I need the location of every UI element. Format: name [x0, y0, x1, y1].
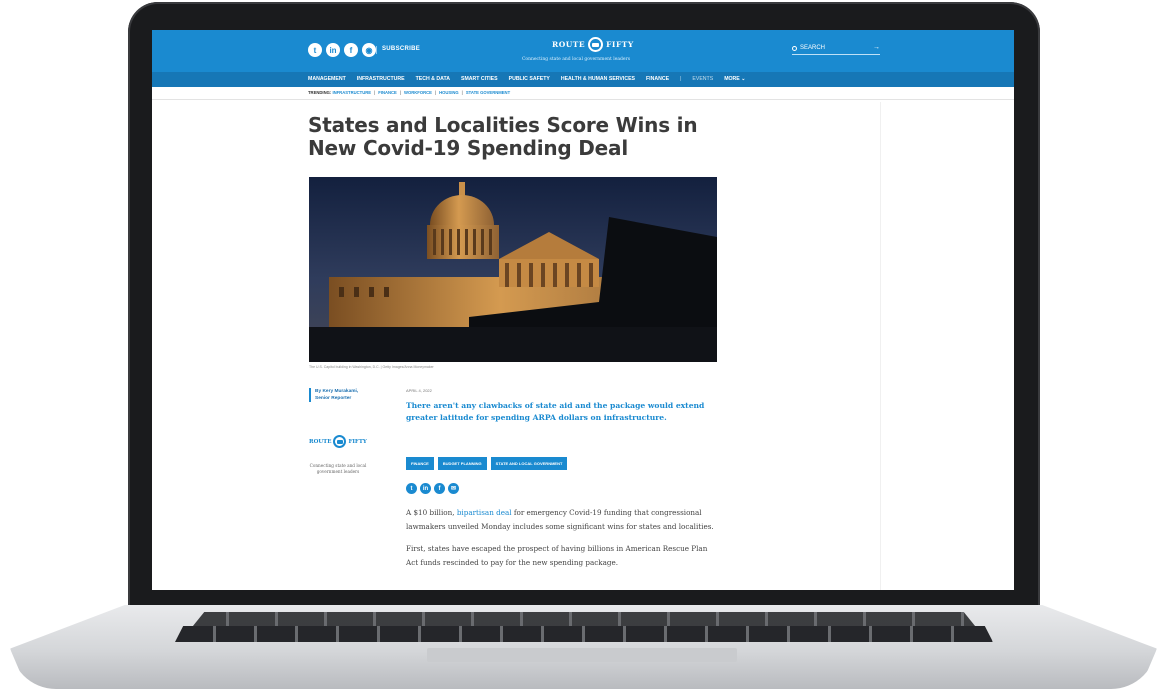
trending-item[interactable]: FINANCE — [378, 90, 397, 95]
logo-mark-icon — [588, 37, 604, 52]
facebook-icon[interactable]: f — [344, 43, 358, 57]
site-logo[interactable]: ROUTE FIFTY — [552, 37, 634, 52]
paragraph-text: A $10 billion, — [406, 508, 457, 517]
topic-tags: FINANCE BUDGET PLANNING STATE AND LOCAL … — [406, 457, 568, 470]
nav-item-events[interactable]: EVENTS — [692, 76, 713, 82]
nav-item-finance[interactable]: FINANCE — [646, 76, 669, 82]
right-rail-divider — [880, 102, 881, 590]
search-label: SEARCH — [800, 45, 826, 51]
logo-text-left: ROUTE — [552, 40, 586, 49]
author-name[interactable]: By Kery Murakami, — [315, 388, 361, 395]
nav-item-more[interactable]: MORE ⌄ — [724, 76, 745, 82]
email-icon[interactable]: ✉ — [448, 483, 459, 494]
publish-date: APRIL 4, 2022 — [406, 388, 432, 393]
trending-item[interactable]: STATE GOVERNMENT — [466, 90, 510, 95]
paragraph: First, states have escaped the prospect … — [406, 544, 708, 567]
nav-item-infrastructure[interactable]: INFRASTRUCTURE — [357, 76, 405, 82]
site-tagline: Connecting state and local government le… — [521, 57, 631, 62]
sidebar-logo-right: FIFTY — [348, 438, 367, 445]
bipartisan-deal-link[interactable]: bipartisan deal — [457, 508, 512, 517]
trending-bar: TRENDING: INFRASTRUCTURE | FINANCE | WORKFOR… — [308, 90, 511, 95]
nav-item-health-human-services[interactable]: HEALTH & HUMAN SERVICES — [561, 76, 635, 82]
hero-image — [309, 177, 717, 362]
social-links: t in f ◉ — [308, 43, 376, 57]
trackpad — [427, 648, 737, 662]
capitol-illustration — [309, 177, 717, 362]
nav-item-smart-cities[interactable]: SMART CITIES — [461, 76, 498, 82]
author-byline[interactable]: By Kery Murakami, Senior Reporter — [309, 388, 361, 402]
twitter-icon[interactable]: t — [308, 43, 322, 57]
search-submit-arrow-icon[interactable]: → — [873, 44, 880, 51]
linkedin-icon[interactable]: in — [420, 483, 431, 494]
header-divider — [152, 99, 1014, 100]
article-headline: States and Localities Score Wins in New … — [308, 113, 698, 160]
author-title: Senior Reporter — [315, 396, 352, 401]
share-buttons: t in f ✉ — [406, 483, 459, 494]
search-input[interactable]: SEARCH → — [792, 44, 880, 55]
site-header: t in f ◉ SUBSCRIBE ROUTE FIFTY Connectin… — [152, 30, 1014, 72]
nav-item-management[interactable]: MANAGEMENT — [308, 76, 346, 82]
article-body: A $10 billion, bipartisan deal for emerg… — [406, 506, 716, 578]
tag-state-local-government[interactable]: STATE AND LOCAL GOVERNMENT — [490, 457, 568, 470]
trending-item[interactable]: INFRASTRUCTURE — [332, 90, 371, 95]
nav-item-public-safety[interactable]: PUBLIC SAFETY — [509, 76, 550, 82]
nav-item-tech-data[interactable]: TECH & DATA — [416, 76, 450, 82]
subscribe-link[interactable]: SUBSCRIBE — [375, 46, 420, 54]
keyboard-row — [175, 626, 993, 642]
article-dek: There aren't any clawbacks of state aid … — [406, 401, 705, 422]
sidebar-logo-left: ROUTE — [309, 438, 332, 445]
trending-label: TRENDING: — [308, 90, 332, 95]
logo-text-right: FIFTY — [606, 40, 634, 49]
trending-item[interactable]: WORKFORCE — [404, 90, 432, 95]
nav-divider: | — [680, 76, 682, 82]
trending-item[interactable]: HOUSING — [439, 90, 459, 95]
tag-budget-planning[interactable]: BUDGET PLANNING — [437, 457, 487, 470]
main-nav: MANAGEMENT INFRASTRUCTURE TECH & DATA SM… — [152, 72, 1014, 87]
image-caption: The U.S. Capitol building in Washington,… — [309, 365, 434, 369]
facebook-icon[interactable]: f — [434, 483, 445, 494]
sidebar-logo: ROUTE FIFTY — [309, 435, 367, 448]
tag-finance[interactable]: FINANCE — [406, 457, 434, 470]
paragraph: A $10 billion, bipartisan deal for emerg… — [406, 506, 716, 534]
sidebar-tagline: Connecting state and local government le… — [309, 463, 367, 474]
rss-icon[interactable]: ◉ — [362, 43, 376, 57]
laptop-screen: t in f ◉ SUBSCRIBE ROUTE FIFTY Connectin… — [152, 30, 1014, 590]
search-icon — [792, 46, 797, 51]
twitter-icon[interactable]: t — [406, 483, 417, 494]
logo-mark-icon — [333, 435, 347, 448]
linkedin-icon[interactable]: in — [326, 43, 340, 57]
